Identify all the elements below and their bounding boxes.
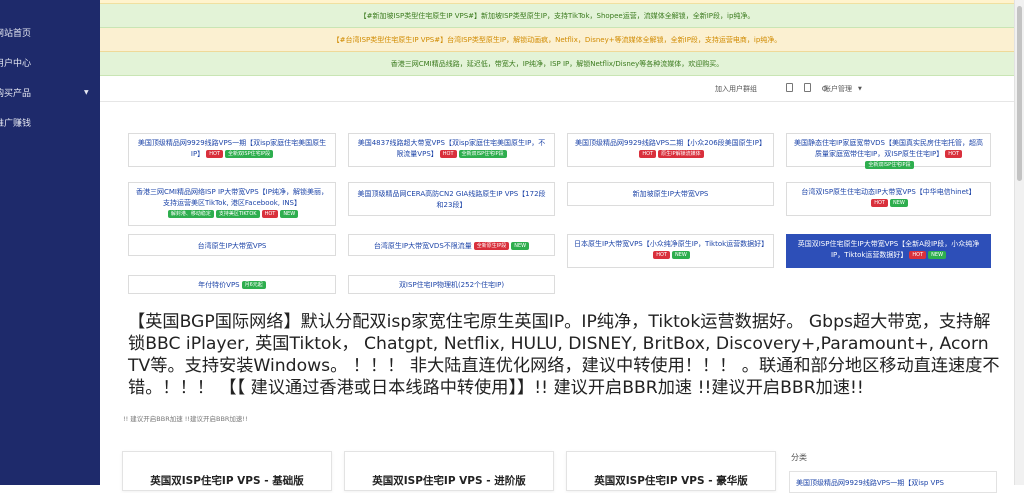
product-description: 【英国BGP国际网络】默认分配双isp家宽住宅原生英国IP。IP纯净，Tikto… <box>128 312 1000 398</box>
product-label: 美国顶级精品网9929线路VPS二期【小众206段美国原生IP】 <box>575 139 766 147</box>
category-title: 分类 <box>791 453 807 462</box>
new-badge: NEW <box>511 242 530 250</box>
sidebar-item-buy-products[interactable]: 购买产品 <box>0 86 31 99</box>
product-label: 台湾原生IP大带宽VPS <box>197 242 267 250</box>
plan-title: 英国双ISP住宅IP VPS - 进阶版 <box>372 475 526 487</box>
product-card[interactable]: 新加坡原生IP大带宽VPS <box>567 182 774 206</box>
new-badge: NEW <box>671 251 690 259</box>
document-icon[interactable] <box>786 83 793 92</box>
scrollbar-thumb[interactable] <box>1017 6 1022 181</box>
product-label: 英国双ISP住宅原生IP大带宽VPS【全新A段IP段，小众纯净IP，Tiktok… <box>797 240 980 259</box>
product-label: 日本原生IP大带宽VPS【小众纯净原生IP，Tiktok运营数据好】 <box>574 240 769 248</box>
sidebar-item-user-center[interactable]: 用户中心 <box>0 56 31 69</box>
plan-card[interactable]: 英国双ISP住宅IP VPS - 基础版 <box>122 451 332 491</box>
product-label: 美国顶级精品网CERA高防CN2 GIA线路原生IP VPS【172段和23段】 <box>357 190 546 209</box>
tag-badge: 全新原生IP段 <box>473 242 510 250</box>
hot-badge: HOT <box>909 251 927 259</box>
product-card[interactable]: 美国顶级精品网CERA高防CN2 GIA线路原生IP VPS【172段和23段】 <box>348 182 555 216</box>
sidebar: 网站首页 用户中心 购买产品 ▼ 推广赚钱 <box>0 0 100 485</box>
hot-badge: HOT <box>871 199 888 207</box>
product-card[interactable]: 美国顶级精品网9929线路VPS一期【双isp家庭住宅美国原生IP】 HOT 全新双… <box>128 133 336 167</box>
tag-badge: 全新双ISP住宅IP段 <box>458 150 507 158</box>
new-badge: NEW <box>928 251 947 259</box>
hot-badge: HOT <box>439 150 457 158</box>
product-card[interactable]: 年付特价VPS 月6元起 <box>128 275 336 294</box>
product-label: 双ISP住宅IP物理机(252个住宅IP) <box>398 281 505 289</box>
tag-badge: 支持美区TIKTOK <box>215 210 260 218</box>
category-item[interactable]: 美国顶级精品网9929线路VPS一期【双isp VPS <box>789 471 997 493</box>
chevron-down-icon[interactable]: ▼ <box>858 86 862 92</box>
chevron-down-icon: ▼ <box>84 89 89 96</box>
account-menu[interactable]: 账户管理 <box>824 84 852 94</box>
notice-hongkong: 香港三网CMI精品线路，延迟低，带宽大，IP纯净，ISP IP，解锁Netfli… <box>100 52 1014 76</box>
notice-singapore: 【#新加坡ISP类型住宅原生IP VPS#】新加坡ISP类型原生IP，支持Tik… <box>100 4 1014 28</box>
product-card[interactable]: 台湾原生IP大带宽VDS不限流量 全新原生IP段 NEW <box>348 234 555 256</box>
product-card[interactable]: 台湾双ISP原生住宅动态IP大带宽VPS【中华电信hinet】 HOT NEW <box>786 182 991 216</box>
product-label: 新加坡原生IP大带宽VPS <box>632 190 709 198</box>
sidebar-item-home[interactable]: 网站首页 <box>0 26 31 39</box>
hot-badge: HOT <box>653 251 670 259</box>
document-icon[interactable] <box>804 83 811 92</box>
scrollbar[interactable] <box>1014 0 1024 485</box>
tag-badge: 解封港、移动稳定 <box>167 210 214 218</box>
new-badge: NEW <box>280 210 299 218</box>
hot-badge: HOT <box>206 150 223 158</box>
product-card-selected[interactable]: 英国双ISP住宅原生IP大带宽VPS【全新A段IP段，小众纯净IP，Tiktok… <box>786 234 991 268</box>
product-card[interactable]: 双ISP住宅IP物理机(252个住宅IP) <box>348 275 555 294</box>
plan-card[interactable]: 英国双ISP住宅IP VPS - 豪华版 <box>566 451 776 491</box>
tag-badge: 全新双ISP住宅IP段 <box>865 161 914 169</box>
hot-badge: HOT <box>261 210 279 218</box>
tag-badge: 全新双ISP住宅IP段 <box>224 150 274 158</box>
plan-title: 英国双ISP住宅IP VPS - 豪华版 <box>594 475 748 487</box>
hot-badge: HOT <box>639 150 657 158</box>
top-bar: 加入用户群组 账户管理 ▼ <box>100 76 1014 102</box>
product-card[interactable]: 美国顶级精品网9929线路VPS二期【小众206段美国原生IP】 HOT 原生IP解… <box>567 133 774 167</box>
tag-badge: 原生IP解锁流媒体 <box>658 150 704 158</box>
product-card[interactable]: 台湾原生IP大带宽VPS <box>128 234 336 256</box>
product-card[interactable]: 日本原生IP大带宽VPS【小众纯净原生IP，Tiktok运营数据好】 HOT NEW <box>567 234 774 268</box>
product-label: 台湾原生IP大带宽VDS不限流量 <box>373 242 472 250</box>
plan-title: 英国双ISP住宅IP VPS - 基础版 <box>150 475 304 487</box>
hot-badge: HOT <box>945 150 963 158</box>
tag-badge: 月6元起 <box>241 281 266 289</box>
product-label: 年付特价VPS <box>198 281 240 289</box>
product-card[interactable]: 香港三网CMI精品网络ISP IP大带宽VPS【IP纯净，解锁美丽，支持运营美区… <box>128 182 336 226</box>
product-card[interactable]: 美国静态住宅IP家庭宽带VDS【美国真实民房住宅托管，超高质量家庭宽带住宅IP，… <box>786 133 991 169</box>
product-label: 香港三网CMI精品网络ISP IP大带宽VPS【IP纯净，解锁美丽，支持运营美区… <box>136 188 328 207</box>
bbr-note: !! 建议开启BBR加速 !!建议开启BBR加速!! <box>123 415 248 423</box>
join-group-link[interactable]: 加入用户群组 <box>715 84 757 94</box>
product-card[interactable]: 美国4837线路超大带宽VPS【双isp家庭住宅美国原生IP，不限流量VPS】 H… <box>348 133 555 167</box>
notice-taiwan: 【#台湾ISP类型住宅原生IP VPS#】台湾ISP类型原生IP，解锁动画疯，N… <box>100 28 1014 52</box>
sidebar-item-referral[interactable]: 推广赚钱 <box>0 116 31 129</box>
plan-card[interactable]: 英国双ISP住宅IP VPS - 进阶版 <box>344 451 554 491</box>
product-label: 台湾双ISP原生住宅动态IP大带宽VPS【中华电信hinet】 <box>801 188 976 196</box>
new-badge: NEW <box>889 199 908 207</box>
